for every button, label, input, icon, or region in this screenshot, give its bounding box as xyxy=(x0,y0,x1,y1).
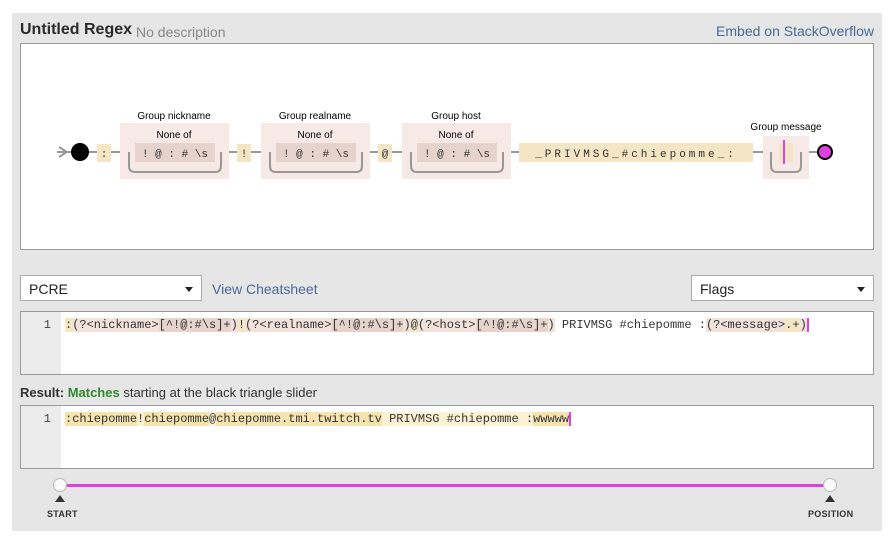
flavor-select-value: PCRE xyxy=(29,281,68,297)
literal-at-text: @ xyxy=(382,149,389,161)
group-realname-sublabel: None of xyxy=(297,130,332,141)
regex-token: (?<host> xyxy=(417,318,476,333)
group-realname-label: Group realname xyxy=(279,111,352,122)
regex-token: ) xyxy=(547,318,555,333)
flags-select[interactable]: Flags xyxy=(691,275,874,301)
position-label: POSITION xyxy=(808,509,854,519)
group-realname-chars: ! @ : # \s xyxy=(283,149,349,161)
result-status: Result: Matches starting at the black tr… xyxy=(20,385,317,400)
start-triangle-icon[interactable] xyxy=(55,495,65,502)
flags-select-value: Flags xyxy=(700,281,735,297)
railroad-diagram: : Group nickname None of ! @ : # \s ! Gr… xyxy=(20,43,874,250)
result-suffix: starting at the black triangle slider xyxy=(123,385,317,400)
view-cheatsheet-link[interactable]: View Cheatsheet xyxy=(212,281,318,297)
result-match-badge: Matches xyxy=(67,385,120,400)
chevron-down-icon xyxy=(185,287,193,292)
group-nickname-label: Group nickname xyxy=(137,111,211,122)
regex-token: (?<message> xyxy=(705,318,786,333)
start-node-icon xyxy=(71,143,89,161)
match-part: wwwww xyxy=(533,412,570,427)
chevron-down-icon xyxy=(857,287,865,292)
regex-token: .+ xyxy=(785,318,800,333)
test-line-number: 1 xyxy=(43,412,51,426)
regex-token: @ xyxy=(410,318,418,333)
regex-editor[interactable]: 1 :(?<nickname>[^!@:#\s]+)!(?<realname>[… xyxy=(20,311,874,375)
regex-title[interactable]: Untitled Regex xyxy=(20,21,132,39)
regex-token: (?<realname> xyxy=(245,318,332,333)
match-part: chiepomme xyxy=(144,412,210,427)
literal-privmsg-text: _PRIVMSG_#chiepomme_: xyxy=(534,149,737,161)
regex-token: [^!@:#\s]+ xyxy=(475,318,548,333)
regex-text-cursor xyxy=(806,318,809,332)
regex-code-line[interactable]: :(?<nickname>[^!@:#\s]+)!(?<realname>[^!… xyxy=(65,318,809,333)
test-text-cursor xyxy=(569,412,572,426)
group-message-label: Group message xyxy=(750,122,822,133)
group-host-sublabel: None of xyxy=(438,130,473,141)
regex-token: ) xyxy=(230,318,238,333)
group-host-label: Group host xyxy=(431,111,481,122)
regex-description[interactable]: No description xyxy=(136,24,226,40)
regex-token: ) xyxy=(403,318,411,333)
literal-bang-text: ! xyxy=(241,149,248,161)
regex-token: ) xyxy=(799,318,807,333)
regex-line-number: 1 xyxy=(43,318,51,332)
railroad-svg: : Group nickname None of ! @ : # \s ! Gr… xyxy=(57,111,833,179)
position-slider-handle[interactable] xyxy=(823,478,837,492)
start-slider-handle[interactable] xyxy=(53,478,67,492)
group-nickname-sublabel: None of xyxy=(156,130,191,141)
group-nickname-chars: ! @ : # \s xyxy=(142,149,208,161)
start-label: START xyxy=(47,509,78,519)
group-message-any xyxy=(779,143,793,162)
regex-token: (?<nickname> xyxy=(72,318,159,333)
embed-stackoverflow-link[interactable]: Embed on StackOverflow xyxy=(716,23,874,39)
regex-token: ! xyxy=(237,318,246,333)
test-string-line[interactable]: :chiepomme!chiepomme@chiepomme.tmi.twitc… xyxy=(65,412,572,427)
regex-token: PRIVMSG #chiepomme : xyxy=(554,318,706,333)
regex-token: [^!@:#\s]+ xyxy=(331,318,404,333)
diagram-cursor xyxy=(783,140,785,164)
literal-colon-text: : xyxy=(101,149,108,161)
regex-token: [^!@:#\s]+ xyxy=(158,318,231,333)
flavor-select[interactable]: PCRE xyxy=(20,275,202,301)
end-node-icon xyxy=(817,144,833,160)
match-part: PRIVMSG #chiepomme : xyxy=(381,412,534,427)
position-slider-track[interactable] xyxy=(60,484,830,487)
group-host-chars: ! @ : # \s xyxy=(424,149,490,161)
result-prefix: Result: xyxy=(20,385,65,400)
position-triangle-icon[interactable] xyxy=(825,495,835,502)
match-part: chiepomme xyxy=(72,412,138,427)
test-string-editor[interactable]: 1 :chiepomme!chiepomme@chiepomme.tmi.twi… xyxy=(20,405,874,469)
regex-panel: Untitled Regex No description Embed on S… xyxy=(12,13,882,531)
match-part: chiepomme.tmi.twitch.tv xyxy=(216,412,382,427)
